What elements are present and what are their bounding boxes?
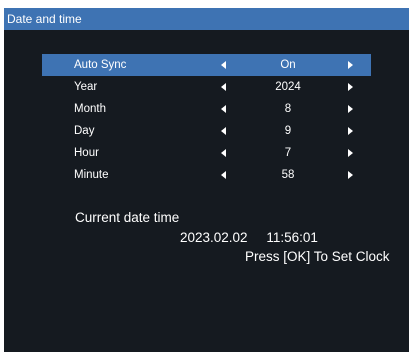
setting-row-minute[interactable]: Minute 58 (42, 164, 371, 186)
setting-value: 7 (284, 147, 292, 159)
setting-value: 8 (284, 103, 292, 115)
left-arrow-icon[interactable] (221, 171, 226, 179)
setting-value: 58 (281, 169, 295, 181)
left-arrow-icon[interactable] (221, 149, 226, 157)
date-time-screen: Date and time Auto Sync On Year 2024 Mon… (4, 8, 409, 352)
setting-value: On (280, 59, 296, 71)
setting-row-year[interactable]: Year 2024 (42, 76, 371, 98)
current-date-time-label: Current date time (75, 210, 180, 225)
setting-label: Year (74, 81, 98, 93)
right-arrow-icon[interactable] (348, 61, 353, 69)
setting-row-auto-sync[interactable]: Auto Sync On (42, 54, 371, 76)
setting-label: Minute (74, 169, 109, 181)
setting-value: 9 (284, 125, 292, 137)
left-arrow-icon[interactable] (221, 83, 226, 91)
current-date-time-value: 2023.02.02 11:56:01 (180, 230, 318, 245)
left-arrow-icon[interactable] (221, 61, 226, 69)
right-arrow-icon[interactable] (348, 83, 353, 91)
set-clock-hint: Press [OK] To Set Clock (245, 249, 390, 264)
right-arrow-icon[interactable] (348, 171, 353, 179)
left-arrow-icon[interactable] (221, 105, 226, 113)
window-title: Date and time (4, 8, 409, 30)
setting-row-day[interactable]: Day 9 (42, 120, 371, 142)
right-arrow-icon[interactable] (348, 149, 353, 157)
setting-row-month[interactable]: Month 8 (42, 98, 371, 120)
setting-row-hour[interactable]: Hour 7 (42, 142, 371, 164)
setting-label: Hour (74, 147, 99, 159)
setting-label: Auto Sync (74, 59, 127, 71)
setting-label: Day (74, 125, 95, 137)
right-arrow-icon[interactable] (348, 127, 353, 135)
setting-label: Month (74, 103, 106, 115)
setting-value: 2024 (275, 81, 301, 93)
current-date: 2023.02.02 (180, 230, 248, 245)
left-arrow-icon[interactable] (221, 127, 226, 135)
current-time: 11:56:01 (266, 230, 318, 245)
settings-menu: Auto Sync On Year 2024 Month 8 Day 9 Hou… (42, 54, 371, 186)
right-arrow-icon[interactable] (348, 105, 353, 113)
